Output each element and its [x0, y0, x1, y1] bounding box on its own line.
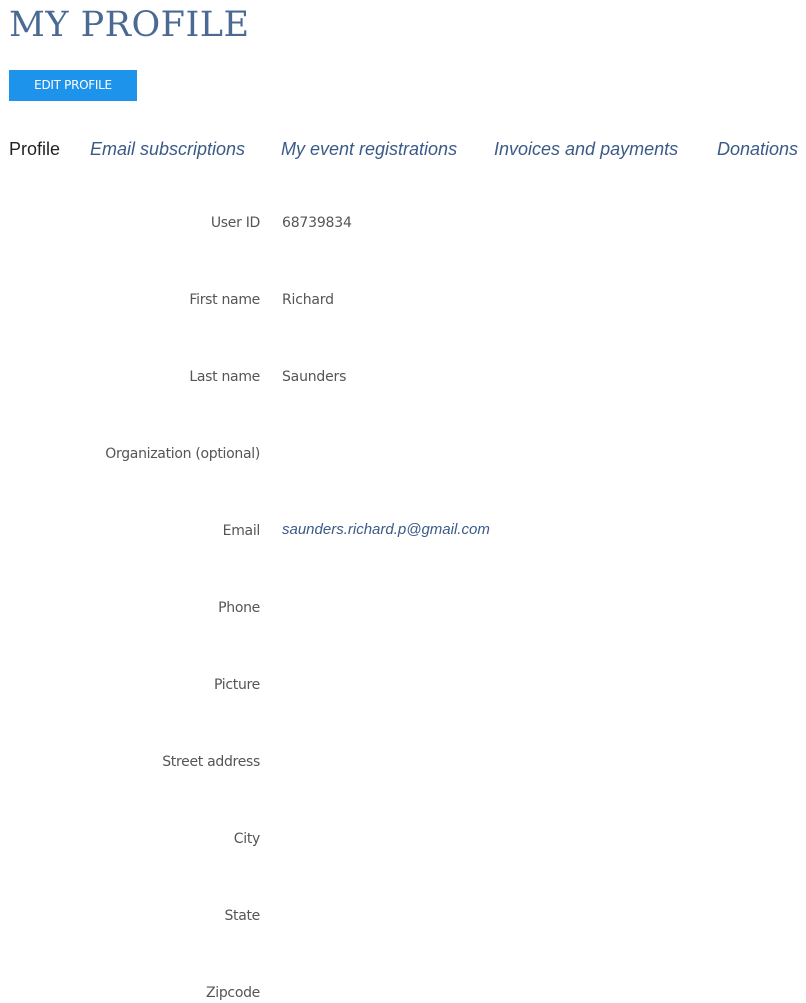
field-label-organization: Organization (optional) — [105, 446, 260, 462]
field-label-email: Email — [222, 523, 261, 539]
field-label-phone: Phone — [218, 600, 260, 616]
tab-profile[interactable]: Profile — [9, 136, 60, 162]
field-label-first-name: First name — [189, 292, 260, 308]
field-label-zipcode: Zipcode — [205, 985, 260, 1001]
tab-donations[interactable]: Donations — [717, 136, 798, 162]
field-label-last-name: Last name — [189, 369, 260, 385]
field-value-first-name: Richard — [282, 292, 334, 308]
tab-invoices-payments[interactable]: Invoices and payments — [494, 136, 678, 162]
edit-profile-button[interactable]: EDIT PROFILE — [9, 70, 137, 101]
email-link[interactable]: saunders.richard.p@gmail.com — [282, 520, 490, 540]
field-value-user-id: 68739834 — [282, 215, 352, 231]
field-value-last-name: Saunders — [282, 369, 347, 385]
tab-email-subscriptions[interactable]: Email subscriptions — [90, 136, 245, 162]
field-label-state: State — [224, 908, 260, 924]
page-title: MY PROFILE — [9, 5, 250, 45]
tab-event-registrations[interactable]: My event registrations — [281, 136, 457, 162]
field-label-city: City — [233, 831, 261, 847]
field-label-street-address: Street address — [162, 754, 260, 770]
field-label-picture: Picture — [213, 677, 260, 693]
field-label-user-id: User ID — [210, 215, 260, 231]
